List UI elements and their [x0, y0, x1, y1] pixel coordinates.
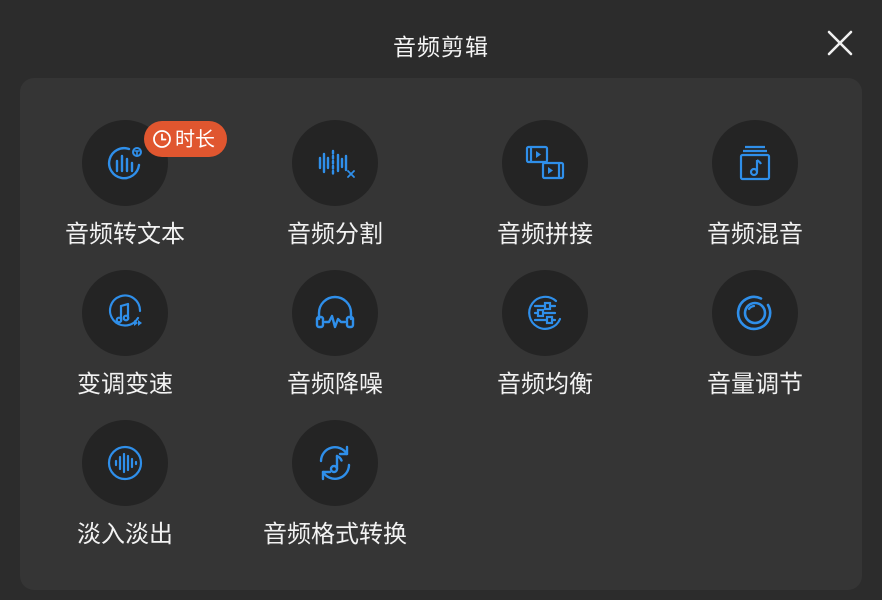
tool-icon-circle	[502, 270, 588, 356]
tool-label: 音频转文本	[65, 220, 185, 248]
tool-label: 音频格式转换	[263, 520, 407, 548]
sheet-title: 音频剪辑	[393, 35, 489, 61]
audio-mix-icon	[739, 145, 771, 181]
pitch-speed-icon	[108, 294, 142, 327]
tool-icon-circle	[82, 420, 168, 506]
audio-edit-sheet: 音频剪辑 音频转文本 音频分割 音频拼接 音频混音 变调变速 音频降噪 音频均衡…	[0, 0, 882, 600]
tool-format-convert[interactable]: 音频格式转换	[230, 420, 440, 550]
close-icon	[827, 30, 853, 56]
tool-label: 音频拼接	[497, 220, 593, 248]
tool-icon-circle	[292, 420, 378, 506]
tool-label: 变调变速	[77, 370, 173, 398]
audio-to-text-icon	[107, 147, 142, 180]
clock-icon	[153, 130, 171, 148]
tool-label: 音频分割	[287, 220, 383, 248]
tool-label: 音频均衡	[497, 370, 593, 398]
tool-label: 淡入淡出	[77, 520, 173, 548]
tool-pitch-speed[interactable]: 变调变速	[20, 270, 230, 400]
tool-label: 音频降噪	[287, 370, 383, 398]
close-button[interactable]	[822, 25, 858, 61]
tool-icon-circle	[82, 270, 168, 356]
tool-audio-split[interactable]: 音频分割	[230, 120, 440, 250]
duration-badge: 时长	[144, 121, 227, 157]
volume-adjust-icon	[736, 295, 772, 331]
tool-icon-circle	[292, 270, 378, 356]
equalizer-icon	[528, 295, 562, 330]
audio-split-icon	[318, 149, 355, 178]
tool-label: 音量调节	[707, 370, 803, 398]
fade-in-out-icon	[107, 445, 143, 481]
format-convert-icon	[319, 445, 351, 481]
tool-equalizer[interactable]: 音频均衡	[440, 270, 650, 400]
tool-noise-reduction[interactable]: 音频降噪	[230, 270, 440, 400]
tool-label: 音频混音	[707, 220, 803, 248]
badge-text: 时长	[175, 127, 215, 151]
tool-icon-circle	[502, 120, 588, 206]
tool-volume-adjust[interactable]: 音量调节	[650, 270, 860, 400]
audio-join-icon	[525, 145, 565, 180]
tool-icon-circle	[712, 120, 798, 206]
tool-audio-join[interactable]: 音频拼接	[440, 120, 650, 250]
tool-icon-circle	[292, 120, 378, 206]
tool-icon-circle	[712, 270, 798, 356]
noise-reduction-icon	[315, 295, 355, 329]
tool-audio-mix[interactable]: 音频混音	[650, 120, 860, 250]
tool-fade-in-out[interactable]: 淡入淡出	[20, 420, 230, 550]
